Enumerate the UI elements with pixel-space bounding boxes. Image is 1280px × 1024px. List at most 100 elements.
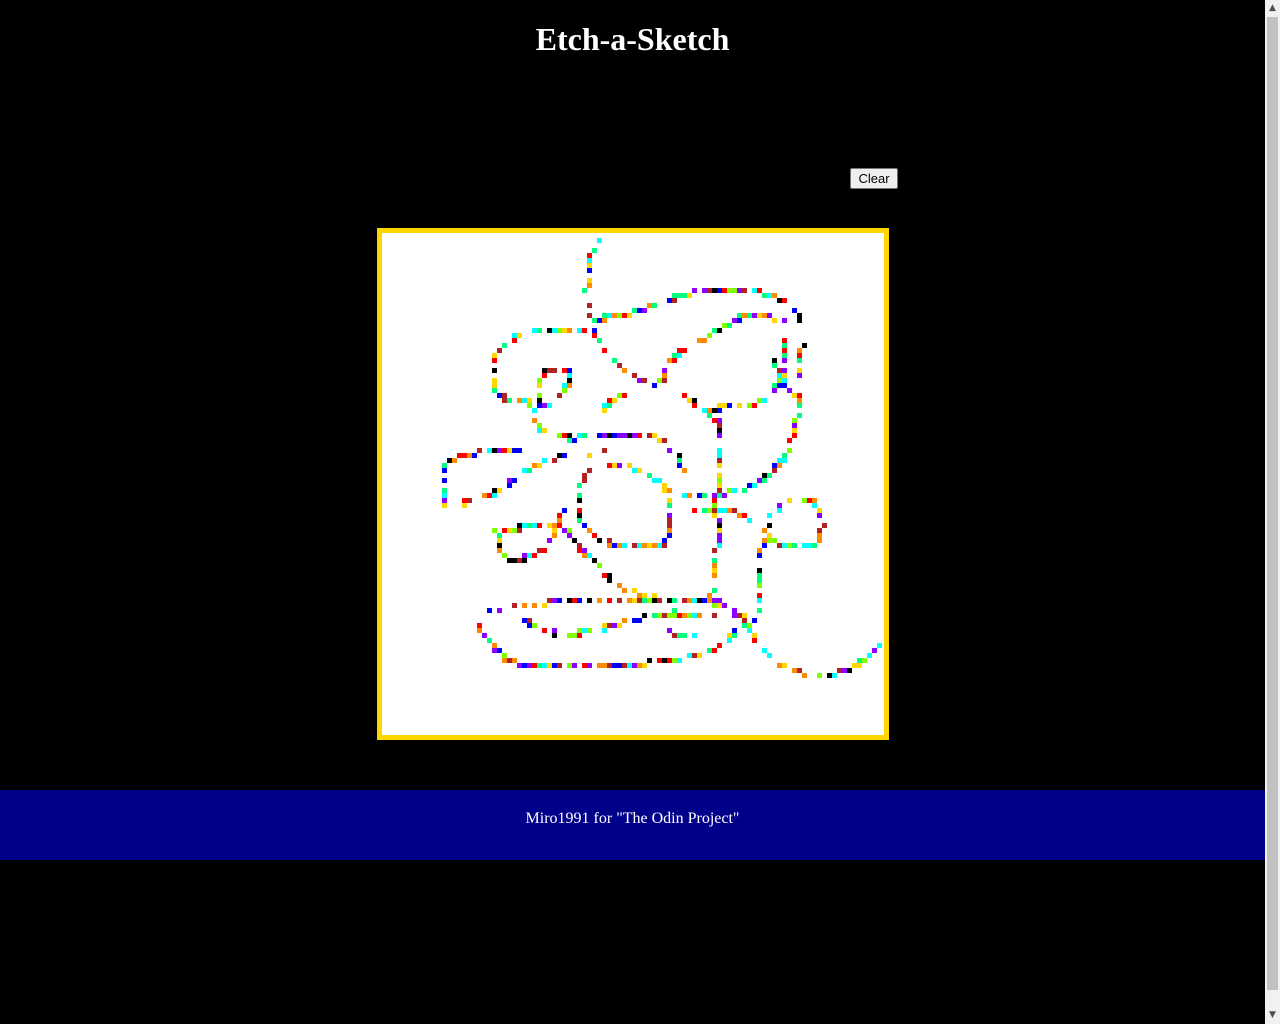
- sketch-cell[interactable]: [547, 368, 552, 373]
- sketch-cell[interactable]: [602, 313, 607, 318]
- sketch-cell[interactable]: [657, 478, 662, 483]
- sketch-cell[interactable]: [592, 558, 597, 563]
- sketch-cell[interactable]: [697, 653, 702, 658]
- sketch-cell[interactable]: [757, 598, 762, 603]
- sketch-cell[interactable]: [497, 533, 502, 538]
- sketch-cell[interactable]: [792, 428, 797, 433]
- sketch-cell[interactable]: [617, 313, 622, 318]
- sketch-cell[interactable]: [492, 368, 497, 373]
- sketch-cell[interactable]: [712, 548, 717, 553]
- sketch-cell[interactable]: [632, 468, 637, 473]
- sketch-cell[interactable]: [507, 558, 512, 563]
- sketch-cell[interactable]: [717, 448, 722, 453]
- sketch-cell[interactable]: [442, 463, 447, 468]
- sketch-cell[interactable]: [637, 433, 642, 438]
- sketch-cell[interactable]: [592, 328, 597, 333]
- sketch-cell[interactable]: [567, 378, 572, 383]
- sketch-cell[interactable]: [632, 663, 637, 668]
- sketch-cell[interactable]: [507, 483, 512, 488]
- sketch-cell[interactable]: [817, 513, 822, 518]
- sketch-cell[interactable]: [807, 543, 812, 548]
- sketch-cell[interactable]: [587, 663, 592, 668]
- sketch-cell[interactable]: [627, 433, 632, 438]
- sketch-cell[interactable]: [742, 313, 747, 318]
- sketch-cell[interactable]: [782, 543, 787, 548]
- sketch-cell[interactable]: [607, 313, 612, 318]
- sketch-cell[interactable]: [562, 388, 567, 393]
- sketch-cell[interactable]: [692, 633, 697, 638]
- sketch-cell[interactable]: [687, 493, 692, 498]
- sketch-cell[interactable]: [772, 463, 777, 468]
- sketch-cell[interactable]: [557, 393, 562, 398]
- sketch-cell[interactable]: [507, 658, 512, 663]
- sketch-cell[interactable]: [747, 518, 752, 523]
- sketch-cell[interactable]: [707, 408, 712, 413]
- sketch-cell[interactable]: [662, 538, 667, 543]
- sketch-cell[interactable]: [692, 613, 697, 618]
- sketch-cell[interactable]: [712, 613, 717, 618]
- sketch-cell[interactable]: [692, 288, 697, 293]
- sketch-cell[interactable]: [767, 473, 772, 478]
- sketch-cell[interactable]: [632, 373, 637, 378]
- sketch-cell[interactable]: [707, 598, 712, 603]
- sketch-cell[interactable]: [672, 358, 677, 363]
- sketch-cell[interactable]: [757, 478, 762, 483]
- sketch-cell[interactable]: [812, 503, 817, 508]
- sketch-cell[interactable]: [492, 383, 497, 388]
- sketch-cell[interactable]: [652, 593, 657, 598]
- sketch-cell[interactable]: [712, 563, 717, 568]
- sketch-cell[interactable]: [752, 483, 757, 488]
- sketch-cell[interactable]: [702, 338, 707, 343]
- sketch-cell[interactable]: [787, 438, 792, 443]
- sketch-cell[interactable]: [832, 673, 837, 678]
- sketch-cell[interactable]: [607, 623, 612, 628]
- sketch-cell[interactable]: [512, 478, 517, 483]
- sketch-cell[interactable]: [732, 628, 737, 633]
- sketch-cell[interactable]: [662, 613, 667, 618]
- sketch-cell[interactable]: [697, 493, 702, 498]
- sketch-cell[interactable]: [597, 563, 602, 568]
- sketch-cell[interactable]: [667, 528, 672, 533]
- sketch-cell[interactable]: [627, 663, 632, 668]
- sketch-cell[interactable]: [537, 328, 542, 333]
- sketch-cell[interactable]: [662, 378, 667, 383]
- sketch-cell[interactable]: [642, 593, 647, 598]
- sketch-cell[interactable]: [692, 398, 697, 403]
- sketch-cell[interactable]: [717, 643, 722, 648]
- sketch-cell[interactable]: [777, 503, 782, 508]
- sketch-cell[interactable]: [752, 633, 757, 638]
- sketch-cell[interactable]: [657, 658, 662, 663]
- sketch-cell[interactable]: [852, 663, 857, 668]
- sketch-cell[interactable]: [492, 378, 497, 383]
- sketch-cell[interactable]: [512, 603, 517, 608]
- sketch-cell[interactable]: [782, 348, 787, 353]
- sketch-cell[interactable]: [587, 453, 592, 458]
- sketch-cell[interactable]: [772, 318, 777, 323]
- sketch-cell[interactable]: [537, 403, 542, 408]
- sketch-cell[interactable]: [682, 393, 687, 398]
- sketch-cell[interactable]: [587, 258, 592, 263]
- sketch-cell[interactable]: [592, 318, 597, 323]
- sketch-cell[interactable]: [717, 408, 722, 413]
- sketch-cell[interactable]: [617, 663, 622, 668]
- sketch-cell[interactable]: [727, 288, 732, 293]
- sketch-cell[interactable]: [722, 323, 727, 328]
- sketch-cell[interactable]: [547, 538, 552, 543]
- sketch-cell[interactable]: [542, 663, 547, 668]
- sketch-cell[interactable]: [442, 493, 447, 498]
- sketch-cell[interactable]: [622, 618, 627, 623]
- sketch-cell[interactable]: [512, 658, 517, 663]
- scroll-down-arrow-icon[interactable]: ▼: [1265, 1007, 1280, 1024]
- sketch-cell[interactable]: [632, 433, 637, 438]
- sketch-cell[interactable]: [662, 543, 667, 548]
- sketch-cell[interactable]: [762, 313, 767, 318]
- sketch-cell[interactable]: [797, 403, 802, 408]
- sketch-cell[interactable]: [667, 298, 672, 303]
- sketch-cell[interactable]: [587, 253, 592, 258]
- sketch-cell[interactable]: [667, 598, 672, 603]
- sketch-cell[interactable]: [742, 288, 747, 293]
- sketch-cell[interactable]: [797, 368, 802, 373]
- sketch-cell[interactable]: [742, 613, 747, 618]
- sketch-cell[interactable]: [447, 458, 452, 463]
- sketch-cell[interactable]: [442, 498, 447, 503]
